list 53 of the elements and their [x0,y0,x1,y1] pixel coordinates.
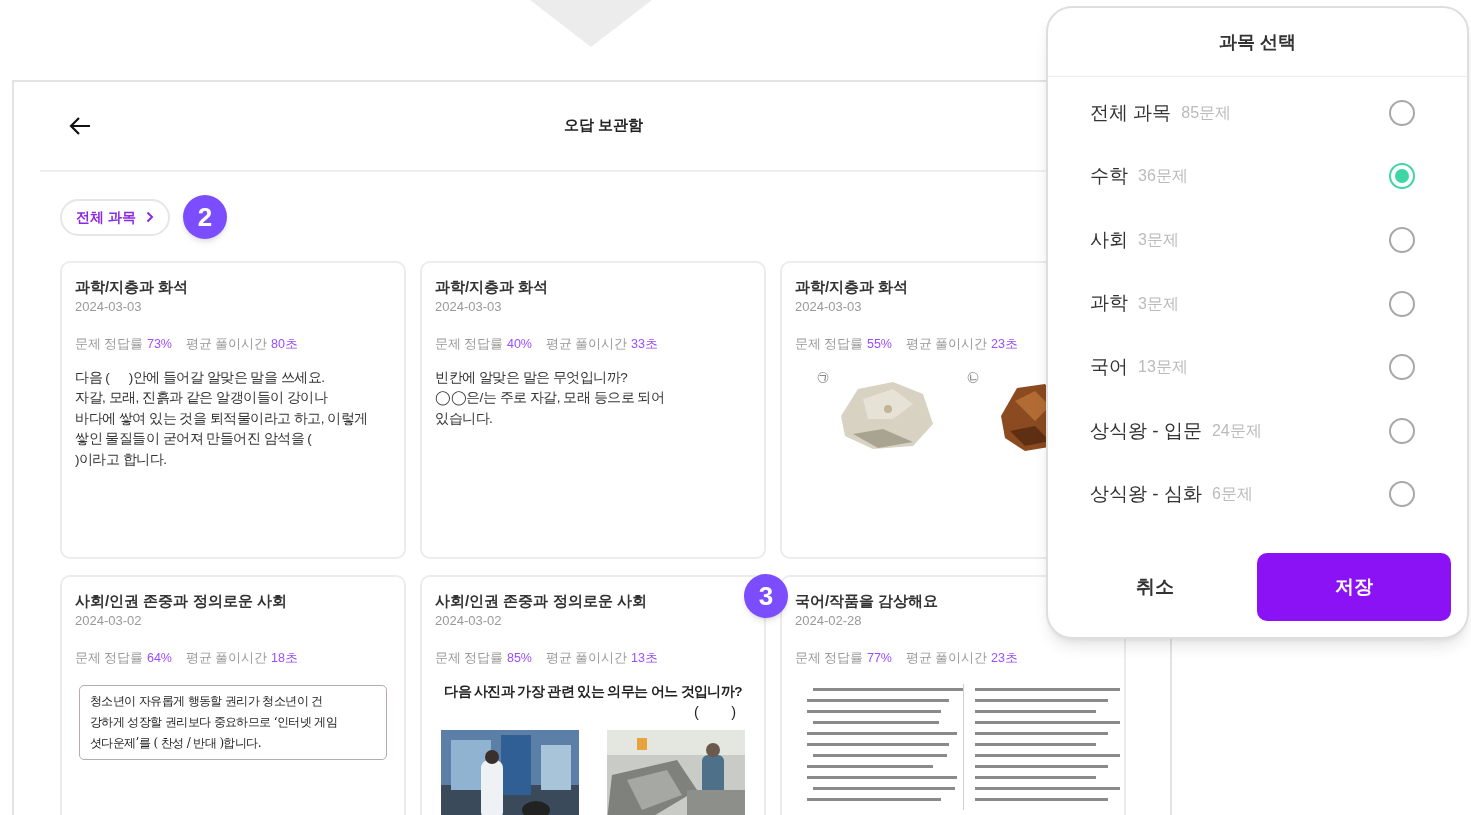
question-card[interactable]: 과학/지층과 화석 2024-03-03 문제 정답률 73% 평균 풀이시간 80초 다음 ( )안에 들어갈 알맞은 말을 쓰세요. 자갈, 모래, 진흙과 같은 알갱이들이 강이나 바다에 쌓여 있는 것을 퇴적물이라고 하고, 이렇게 쌓인 물질들이 굳어져 만들어진 암석을 ( )이라고 합니다. [60,261,406,559]
subject-option[interactable]: 전체 과목 85문제 [1048,81,1467,145]
card-title: 과학/지층과 화석 [435,277,550,297]
card-date: 2024-03-02 [75,612,143,630]
problem-count: 6문제 [1211,484,1253,505]
card-date: 2024-03-03 [75,298,143,316]
problem-count: 13문제 [1138,357,1188,378]
problem-count: 36문제 [1138,166,1188,187]
solve-time-stat: 평균 풀이시간 23초 [906,650,1018,667]
card-title: 사회/인권 존중과 정의로운 사회 [435,591,648,611]
card-date: 2024-02-28 [795,612,863,630]
option-label: 수학 [1090,164,1128,189]
question-card[interactable]: 사회/인권 존중과 정의로운 사회 2024-03-02 문제 정답률 64% 평균 풀이시간 18초 청소년이 자유롭게 행동할 권리가 청소년이 건 강하게 성장할 권리보다 중요하므로 ‘인터넷 게임 셧다운제’를 ( 찬성 / 반대 )합니다. [60,575,406,815]
solve-time-stat: 평균 풀이시간 33초 [546,336,658,353]
option-label: 전체 과목 [1090,100,1172,125]
page-title: 오답 보관함 [564,116,644,136]
problem-count: 85문제 [1181,102,1232,123]
problem-count: 3문제 [1138,230,1179,250]
rock-label: ㉠ [817,368,829,386]
question-text: 다음 사진과 가장 관련 있는 의무는 어느 것입니까? [443,682,743,701]
card-title: 사회/인권 존중과 정의로운 사회 [75,591,288,611]
solve-time-stat: 평균 풀이시간 18초 [186,650,298,667]
dialog-title: 과목 선택 [1219,30,1296,54]
question-text: 빈칸에 알맞은 말은 무엇입니까? ◯◯은/는 주로 자갈, 모래 등으로 되어 있습니다. [435,368,666,428]
accuracy-stat: 문제 정답률 55% [795,336,892,353]
step-callout: 2 [182,195,227,239]
card-title: 과학/지층과 화석 [75,277,190,297]
accuracy-stat: 문제 정답률 77% [795,650,892,667]
accuracy-stat: 문제 정답률 85% [435,650,532,667]
card-title: 과학/지층과 화석 [795,277,910,297]
solve-time-stat: 평균 풀이시간 80초 [186,336,298,353]
option-label: 과학 [1090,291,1128,316]
card-date: 2024-03-02 [435,612,503,630]
question-card[interactable]: 국어/작품을 감상해요 2024-02-28 문제 정답률 77% 평균 풀이시간 23초 [780,575,1126,815]
solve-time-stat: 평균 풀이시간 23초 [906,336,1018,353]
card-title: 국어/작품을 감상해요 [795,591,940,611]
save-button[interactable]: 저장 [1257,553,1451,621]
problem-count: 24문제 [1211,420,1262,441]
question-text: 다음 ( )안에 들어갈 알맞은 말을 쓰세요. 자갈, 모래, 진흙과 같은 알갱이들이 강이나 바다에 쌓여 있는 것을 퇴적물이라고 하고, 이렇게 쌓인 물질들이 굳어져 만들어진 암석을 ( )이라고 합니다. [75,368,369,469]
subject-filter-chip[interactable]: 전체 과목 [60,198,170,236]
accuracy-stat: 문제 정답률 40% [435,336,532,353]
question-card[interactable]: 과학/지층과 화석 2024-03-03 문제 정답률 40% 평균 풀이시간 33초 빈칸에 알맞은 말은 무엇입니까? ◯◯은/는 주로 자갈, 모래 등으로 되어 있습니다. [420,261,766,559]
option-label: 국어 [1090,354,1128,379]
rock-label: ㉡ [967,368,979,386]
passage-box: 청소년이 자유롭게 행동할 권리가 청소년이 건 강하게 성장할 권리보다 중요하므로 ‘인터넷 게임 셧다운제’를 ( 찬성 / 반대 )합니다. [79,684,387,760]
subject-option[interactable]: 수학 36문제 [1048,144,1467,209]
accuracy-stat: 문제 정답률 73% [75,336,172,353]
solve-time-stat: 평균 풀이시간 13초 [546,650,658,667]
card-date: 2024-03-03 [435,298,503,316]
option-label: 사회 [1090,227,1128,252]
problem-count: 3문제 [1138,293,1179,314]
accuracy-stat: 문제 정답률 64% [75,650,172,667]
answer-blank: ( ) [694,703,736,722]
